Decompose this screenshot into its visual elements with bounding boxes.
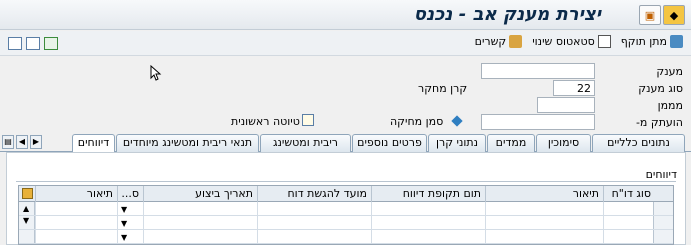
- column-period-end[interactable]: תום תקופת דיווח: [371, 186, 485, 202]
- column-description[interactable]: תיאור: [485, 186, 603, 202]
- table-settings-icon[interactable]: [22, 188, 33, 199]
- tab-references[interactable]: סימוכין: [536, 134, 591, 152]
- validate-label: מתן תוקף: [620, 35, 667, 48]
- reports-group-title: דיווחים: [645, 168, 677, 181]
- relationships-button[interactable]: קשרים: [475, 35, 523, 48]
- copied-from-label: הועתק מ-: [635, 116, 683, 129]
- status-icon: [597, 35, 611, 48]
- tab-scroll-left-icon[interactable]: ◀: [16, 135, 28, 149]
- page-title: יצירת מענק אב - נכנס: [413, 4, 601, 25]
- grant-type-label: סוג מענק: [638, 82, 683, 95]
- mouse-cursor-icon: [150, 65, 162, 81]
- tab-additional-details[interactable]: פרטים נוספים: [352, 134, 427, 152]
- tab-scroll-right-icon[interactable]: ▶: [30, 135, 42, 149]
- tab-general-data[interactable]: נתונים כלליים: [592, 134, 685, 152]
- table-row[interactable]: ▼: [19, 230, 673, 244]
- toolbar-items: מתן תוקף סטאטוס שינוי קשרים: [475, 35, 683, 48]
- column-execution-date[interactable]: תאריך ביצוע: [143, 186, 257, 202]
- tab-list-icon[interactable]: ▤: [2, 135, 14, 149]
- tab-interest-matching[interactable]: ריבית ומטשינג: [260, 134, 351, 152]
- change-status-label: סטאטוס שינוי: [532, 35, 595, 48]
- validate-icon: [670, 35, 683, 48]
- table-row[interactable]: ▼: [19, 216, 673, 230]
- column-report-type[interactable]: סוג דו"ח: [603, 186, 655, 202]
- title-bar: ▣ ◆ יצירת מענק אב - נכנס: [0, 0, 691, 30]
- group-divider: [16, 181, 676, 182]
- relationships-icon: [509, 35, 523, 48]
- status-dropdown-icon[interactable]: ▼: [121, 205, 127, 214]
- tab-reports[interactable]: דיווחים: [72, 134, 115, 153]
- favorite-icon[interactable]: ◆: [663, 5, 685, 25]
- reports-table: סוג דו"ח תיאור תום תקופת דיווח מועד להגש…: [18, 185, 674, 245]
- tab-fund-data[interactable]: נתוני קרן: [428, 134, 486, 152]
- grant-label: מענק: [656, 65, 683, 78]
- delete-mark-icon: [451, 115, 463, 127]
- sponsor-label: מממן: [657, 99, 683, 112]
- title-icons: ▣ ◆: [639, 5, 685, 25]
- first-draft-label[interactable]: טיוטה ראשונית: [231, 115, 300, 128]
- change-status-button[interactable]: סטאטוס שינוי: [532, 35, 611, 48]
- table-header: סוג דו"ח תיאור תום תקופת דיווח מועד להגש…: [19, 186, 673, 202]
- column-report-due[interactable]: מועד להגשת דוח: [257, 186, 371, 202]
- status-dropdown-icon[interactable]: ▼: [121, 219, 127, 228]
- grant-field[interactable]: [481, 63, 595, 79]
- tab-special-interest-matching[interactable]: תנאי ריבית ומטשינג מיוחדים: [116, 134, 259, 152]
- create-icon[interactable]: [26, 37, 40, 50]
- application-toolbar: מתן תוקף סטאטוס שינוי קשרים: [0, 31, 691, 56]
- menu-icon[interactable]: ▣: [639, 5, 661, 25]
- column-status-description[interactable]: תיאור: [35, 186, 117, 202]
- display-icon[interactable]: [8, 37, 22, 50]
- toolbar-left-icons: [8, 37, 58, 50]
- copy-icon[interactable]: [44, 37, 58, 50]
- grant-type-field[interactable]: 22: [553, 80, 595, 96]
- tab-strip: ▤ ◀ ▶ נתונים כלליים סימוכין ממדים נתוני …: [0, 134, 691, 153]
- copied-from-field[interactable]: [481, 114, 595, 130]
- tab-dimensions[interactable]: ממדים: [487, 134, 535, 152]
- table-row[interactable]: ▼: [19, 202, 673, 216]
- validate-button[interactable]: מתן תוקף: [621, 35, 683, 48]
- column-status[interactable]: ס...: [117, 186, 143, 202]
- sponsor-field[interactable]: [537, 97, 595, 113]
- status-dropdown-icon[interactable]: ▼: [121, 233, 127, 242]
- fund-research-label: קרן מחקר: [418, 82, 468, 95]
- relationships-label: קשרים: [474, 35, 507, 48]
- delete-mark-label[interactable]: סמן מחיקה: [390, 115, 443, 128]
- draft-icon: [302, 114, 314, 126]
